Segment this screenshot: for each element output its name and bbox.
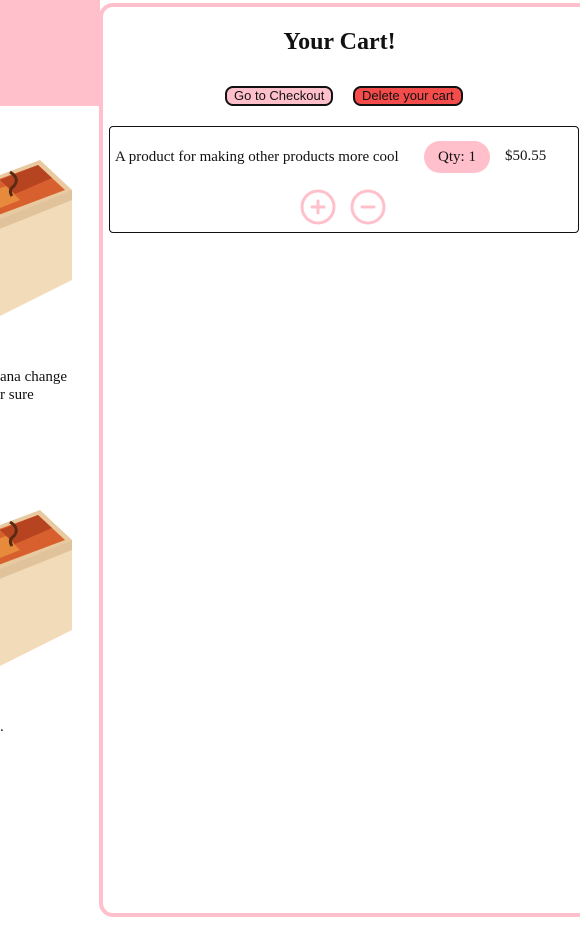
product-description-line: . bbox=[0, 719, 4, 735]
header-band bbox=[0, 0, 100, 106]
product-description-line: r sure bbox=[0, 387, 34, 403]
decrease-quantity-button[interactable] bbox=[350, 189, 386, 225]
increase-quantity-button[interactable] bbox=[300, 189, 336, 225]
cart-item-name: A product for making other products more… bbox=[115, 149, 399, 165]
cart-item: A product for making other products more… bbox=[109, 126, 579, 233]
product-image bbox=[0, 160, 72, 316]
minus-circle-icon bbox=[350, 189, 386, 225]
product-image bbox=[0, 510, 72, 666]
plus-circle-icon bbox=[300, 189, 336, 225]
cart-panel: Your Cart! Go to Checkout Delete your ca… bbox=[99, 3, 580, 917]
cart-title: Your Cart! bbox=[283, 29, 396, 55]
delete-cart-button[interactable]: Delete your cart bbox=[353, 86, 463, 106]
cart-item-price: $50.55 bbox=[505, 148, 547, 164]
quantity-badge: Qty: 1 bbox=[424, 141, 490, 173]
page: ana change r sure . Your Cart! Go to Che… bbox=[0, 0, 580, 950]
product-description-line: ana change bbox=[0, 369, 68, 385]
checkout-button[interactable]: Go to Checkout bbox=[225, 86, 334, 106]
